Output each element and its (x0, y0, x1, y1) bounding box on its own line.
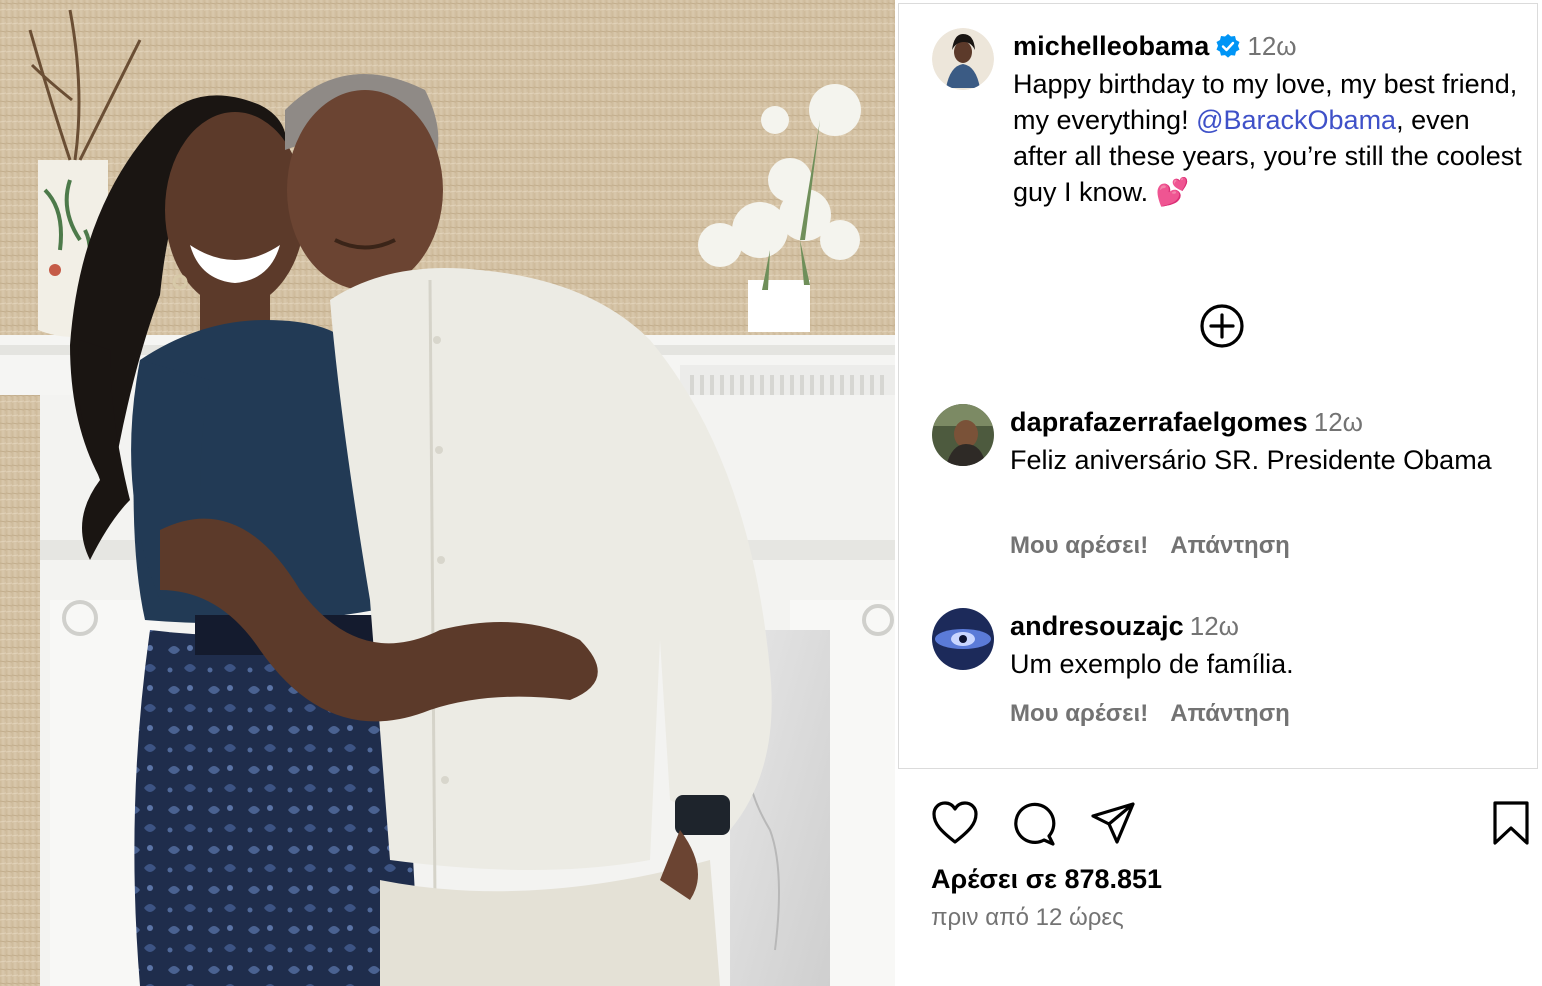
commenter-avatar-image (932, 404, 994, 466)
commenter-avatar[interactable] (932, 608, 994, 670)
comment-username[interactable]: daprafazerrafaelgomes (1010, 407, 1308, 437)
comment-actions: Μου αρέσει! Απάντηση (1010, 532, 1312, 560)
comment-reply-button[interactable]: Απάντηση (1170, 700, 1290, 727)
comment-body: daprafazerrafaelgomes 12ω Feliz aniversár… (1010, 404, 1520, 478)
post-action-bar (931, 800, 1529, 850)
caption-header: michelleobama 12ω (1013, 28, 1523, 64)
plus-circle-icon[interactable] (1198, 302, 1246, 350)
comment-time[interactable]: 12ω (1190, 611, 1239, 641)
post-photo[interactable] (0, 0, 895, 986)
comment-item: andresouzajc 12ω Um exemplo de família. Μ… (932, 608, 1522, 732)
comment-reply-button[interactable]: Απάντηση (1170, 532, 1290, 559)
comment-username[interactable]: andresouzajc (1010, 611, 1184, 641)
likes-count[interactable]: Αρέσει σε 878.851 (931, 864, 1162, 895)
comment-text: Feliz aniversário SR. Presidente Obama (1010, 445, 1492, 475)
caption-text: Happy birthday to my love, my best frien… (1013, 66, 1523, 210)
comment-actions: Μου αρέσει! Απάντηση (1010, 700, 1312, 728)
comment-body: andresouzajc 12ω Um exemplo de família. (1010, 608, 1520, 682)
author-avatar[interactable] (932, 28, 994, 90)
comment-time[interactable]: 12ω (1314, 407, 1363, 437)
comment-like-button[interactable]: Μου αρέσει! (1010, 532, 1148, 559)
comment-item: daprafazerrafaelgomes 12ω Feliz aniversár… (932, 404, 1522, 564)
commenter-avatar[interactable] (932, 404, 994, 466)
post-side-panel: michelleobama 12ω Happy birthday to my l… (895, 0, 1542, 986)
heart-icon[interactable] (931, 800, 979, 846)
post-photo-illustration (0, 0, 895, 986)
author-post-time[interactable]: 12ω (1247, 31, 1296, 61)
comment-text: Um exemplo de família. (1010, 649, 1294, 679)
comment-like-button[interactable]: Μου αρέσει! (1010, 700, 1148, 727)
instagram-post: michelleobama 12ω Happy birthday to my l… (0, 0, 1542, 986)
commenter-avatar-image (932, 608, 994, 670)
verified-badge-icon (1216, 34, 1240, 58)
comments-section[interactable]: michelleobama 12ω Happy birthday to my l… (898, 3, 1538, 769)
bookmark-icon[interactable] (1491, 800, 1531, 846)
post-caption: michelleobama 12ω Happy birthday to my l… (1013, 28, 1523, 210)
author-avatar-image (932, 28, 994, 90)
post-timestamp[interactable]: πριν από 12 ώρες (931, 904, 1124, 932)
caption-mention-link[interactable]: @BarackObama (1196, 105, 1396, 135)
author-username[interactable]: michelleobama (1013, 31, 1209, 61)
share-icon[interactable] (1089, 800, 1137, 846)
comment-icon[interactable] (1009, 800, 1057, 848)
